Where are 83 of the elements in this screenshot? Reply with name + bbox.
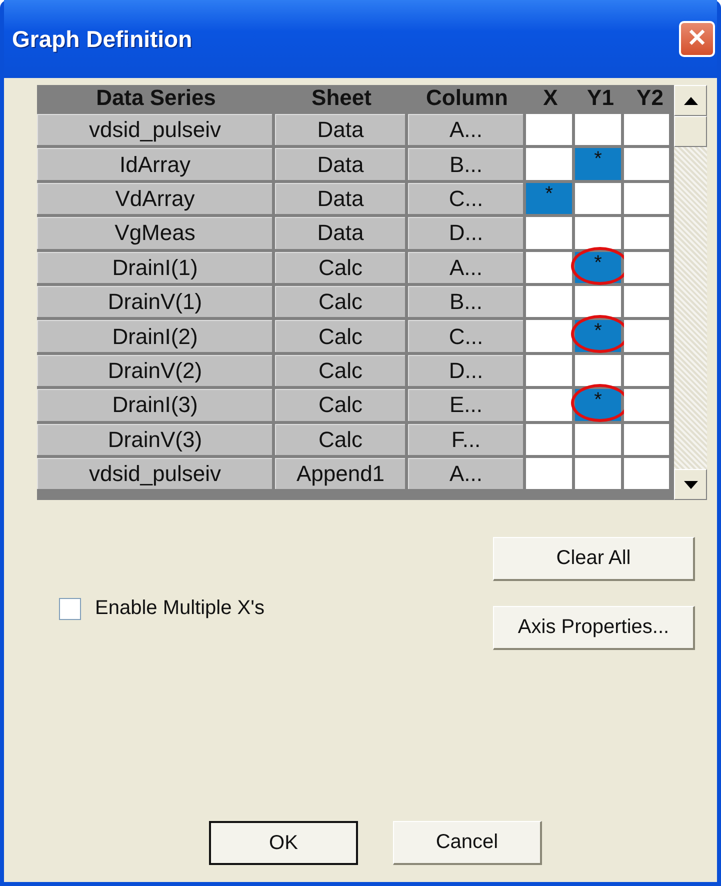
axis-cell[interactable] bbox=[575, 217, 621, 249]
sheet-cell: Data bbox=[275, 217, 405, 249]
scroll-down-button[interactable] bbox=[674, 469, 707, 500]
axis-cell[interactable] bbox=[526, 217, 572, 249]
sheet-cell: Data bbox=[275, 182, 405, 214]
series-cell: DrainI(2) bbox=[37, 320, 272, 352]
column-header: Y1 bbox=[586, 85, 615, 111]
series-cell: VdArray bbox=[37, 182, 272, 214]
column-header: Sheet bbox=[310, 85, 372, 111]
scroll-up-button[interactable] bbox=[674, 85, 707, 116]
series-cell: IdArray bbox=[37, 148, 272, 180]
column-header: X bbox=[542, 85, 559, 111]
axis-cell[interactable]: * bbox=[526, 182, 572, 214]
axis-cell[interactable] bbox=[526, 252, 572, 283]
column-cell: B... bbox=[408, 286, 523, 318]
column-cell: C... bbox=[408, 182, 523, 214]
column-header: Y2 bbox=[636, 85, 664, 111]
axis-cell[interactable] bbox=[526, 458, 572, 490]
series-cell: vdsid_pulseiv bbox=[37, 114, 272, 146]
axis-cell[interactable] bbox=[624, 354, 669, 386]
column-cell: D... bbox=[408, 217, 523, 249]
axis-cell[interactable] bbox=[624, 182, 669, 214]
series-cell: DrainV(3) bbox=[37, 424, 272, 455]
axis-cell[interactable]: * bbox=[575, 148, 621, 180]
series-cell: vdsid_pulseiv bbox=[37, 458, 272, 490]
sheet-cell: Calc bbox=[275, 424, 405, 455]
column-cell: A... bbox=[408, 252, 523, 283]
axis-cell[interactable] bbox=[526, 114, 572, 146]
scroll-thumb[interactable] bbox=[674, 116, 707, 147]
window-title: Graph Definition bbox=[12, 26, 192, 52]
axis-cell[interactable] bbox=[624, 424, 669, 455]
axis-cell[interactable] bbox=[624, 286, 669, 318]
axis-cell[interactable] bbox=[575, 286, 621, 318]
axis-cell[interactable] bbox=[575, 458, 621, 490]
axis-cell[interactable] bbox=[624, 252, 669, 283]
sheet-cell: Data bbox=[275, 114, 405, 146]
column-cell: B... bbox=[408, 148, 523, 180]
sheet-cell: Calc bbox=[275, 320, 405, 352]
sheet-cell: Calc bbox=[275, 389, 405, 421]
column-cell: A... bbox=[408, 458, 523, 490]
axis-cell[interactable] bbox=[526, 354, 572, 386]
axis-cell[interactable] bbox=[575, 182, 621, 214]
sheet-cell: Calc bbox=[275, 354, 405, 386]
column-cell: E... bbox=[408, 389, 523, 421]
column-header: Column bbox=[425, 85, 509, 111]
axis-cell[interactable] bbox=[526, 389, 572, 421]
axis-cell[interactable] bbox=[624, 389, 669, 421]
axis-cell[interactable] bbox=[624, 458, 669, 490]
sheet-cell: Calc bbox=[275, 252, 405, 283]
vertical-scrollbar[interactable] bbox=[674, 85, 707, 500]
axis-cell[interactable] bbox=[575, 424, 621, 455]
column-cell: C... bbox=[408, 320, 523, 352]
axis-cell[interactable] bbox=[624, 114, 669, 146]
sheet-cell: Append1 bbox=[275, 458, 405, 490]
sheet-cell: Calc bbox=[275, 286, 405, 318]
down-arrow-icon bbox=[684, 480, 698, 488]
axis-cell[interactable] bbox=[526, 148, 572, 180]
series-cell: DrainV(1) bbox=[37, 286, 272, 318]
checkbox[interactable] bbox=[59, 598, 81, 620]
clear-all-button[interactable]: Clear All bbox=[493, 537, 695, 581]
column-header: Data Series bbox=[95, 85, 217, 111]
axis-cell[interactable] bbox=[526, 320, 572, 352]
checkbox-label: Enable Multiple X's bbox=[95, 597, 264, 620]
axis-cell[interactable] bbox=[526, 286, 572, 318]
axis-cell[interactable] bbox=[624, 217, 669, 249]
axis-cell[interactable] bbox=[575, 114, 621, 146]
axis-cell[interactable] bbox=[526, 424, 572, 455]
up-arrow-icon bbox=[684, 96, 698, 104]
axis-properties-button[interactable]: Axis Properties... bbox=[493, 606, 695, 650]
ok-button[interactable]: OK bbox=[209, 821, 358, 865]
column-cell: D... bbox=[408, 354, 523, 386]
series-cell: DrainV(2) bbox=[37, 354, 272, 386]
axis-cell[interactable] bbox=[624, 148, 669, 180]
series-cell: VgMeas bbox=[37, 217, 272, 249]
axis-cell[interactable] bbox=[624, 320, 669, 352]
sheet-cell: Data bbox=[275, 148, 405, 180]
close-button[interactable]: ✕ bbox=[679, 21, 715, 57]
axis-cell[interactable] bbox=[575, 354, 621, 386]
cancel-button[interactable]: Cancel bbox=[393, 821, 542, 865]
column-cell: F... bbox=[408, 424, 523, 455]
series-cell: DrainI(1) bbox=[37, 252, 272, 283]
column-cell: A... bbox=[408, 114, 523, 146]
series-cell: DrainI(3) bbox=[37, 389, 272, 421]
